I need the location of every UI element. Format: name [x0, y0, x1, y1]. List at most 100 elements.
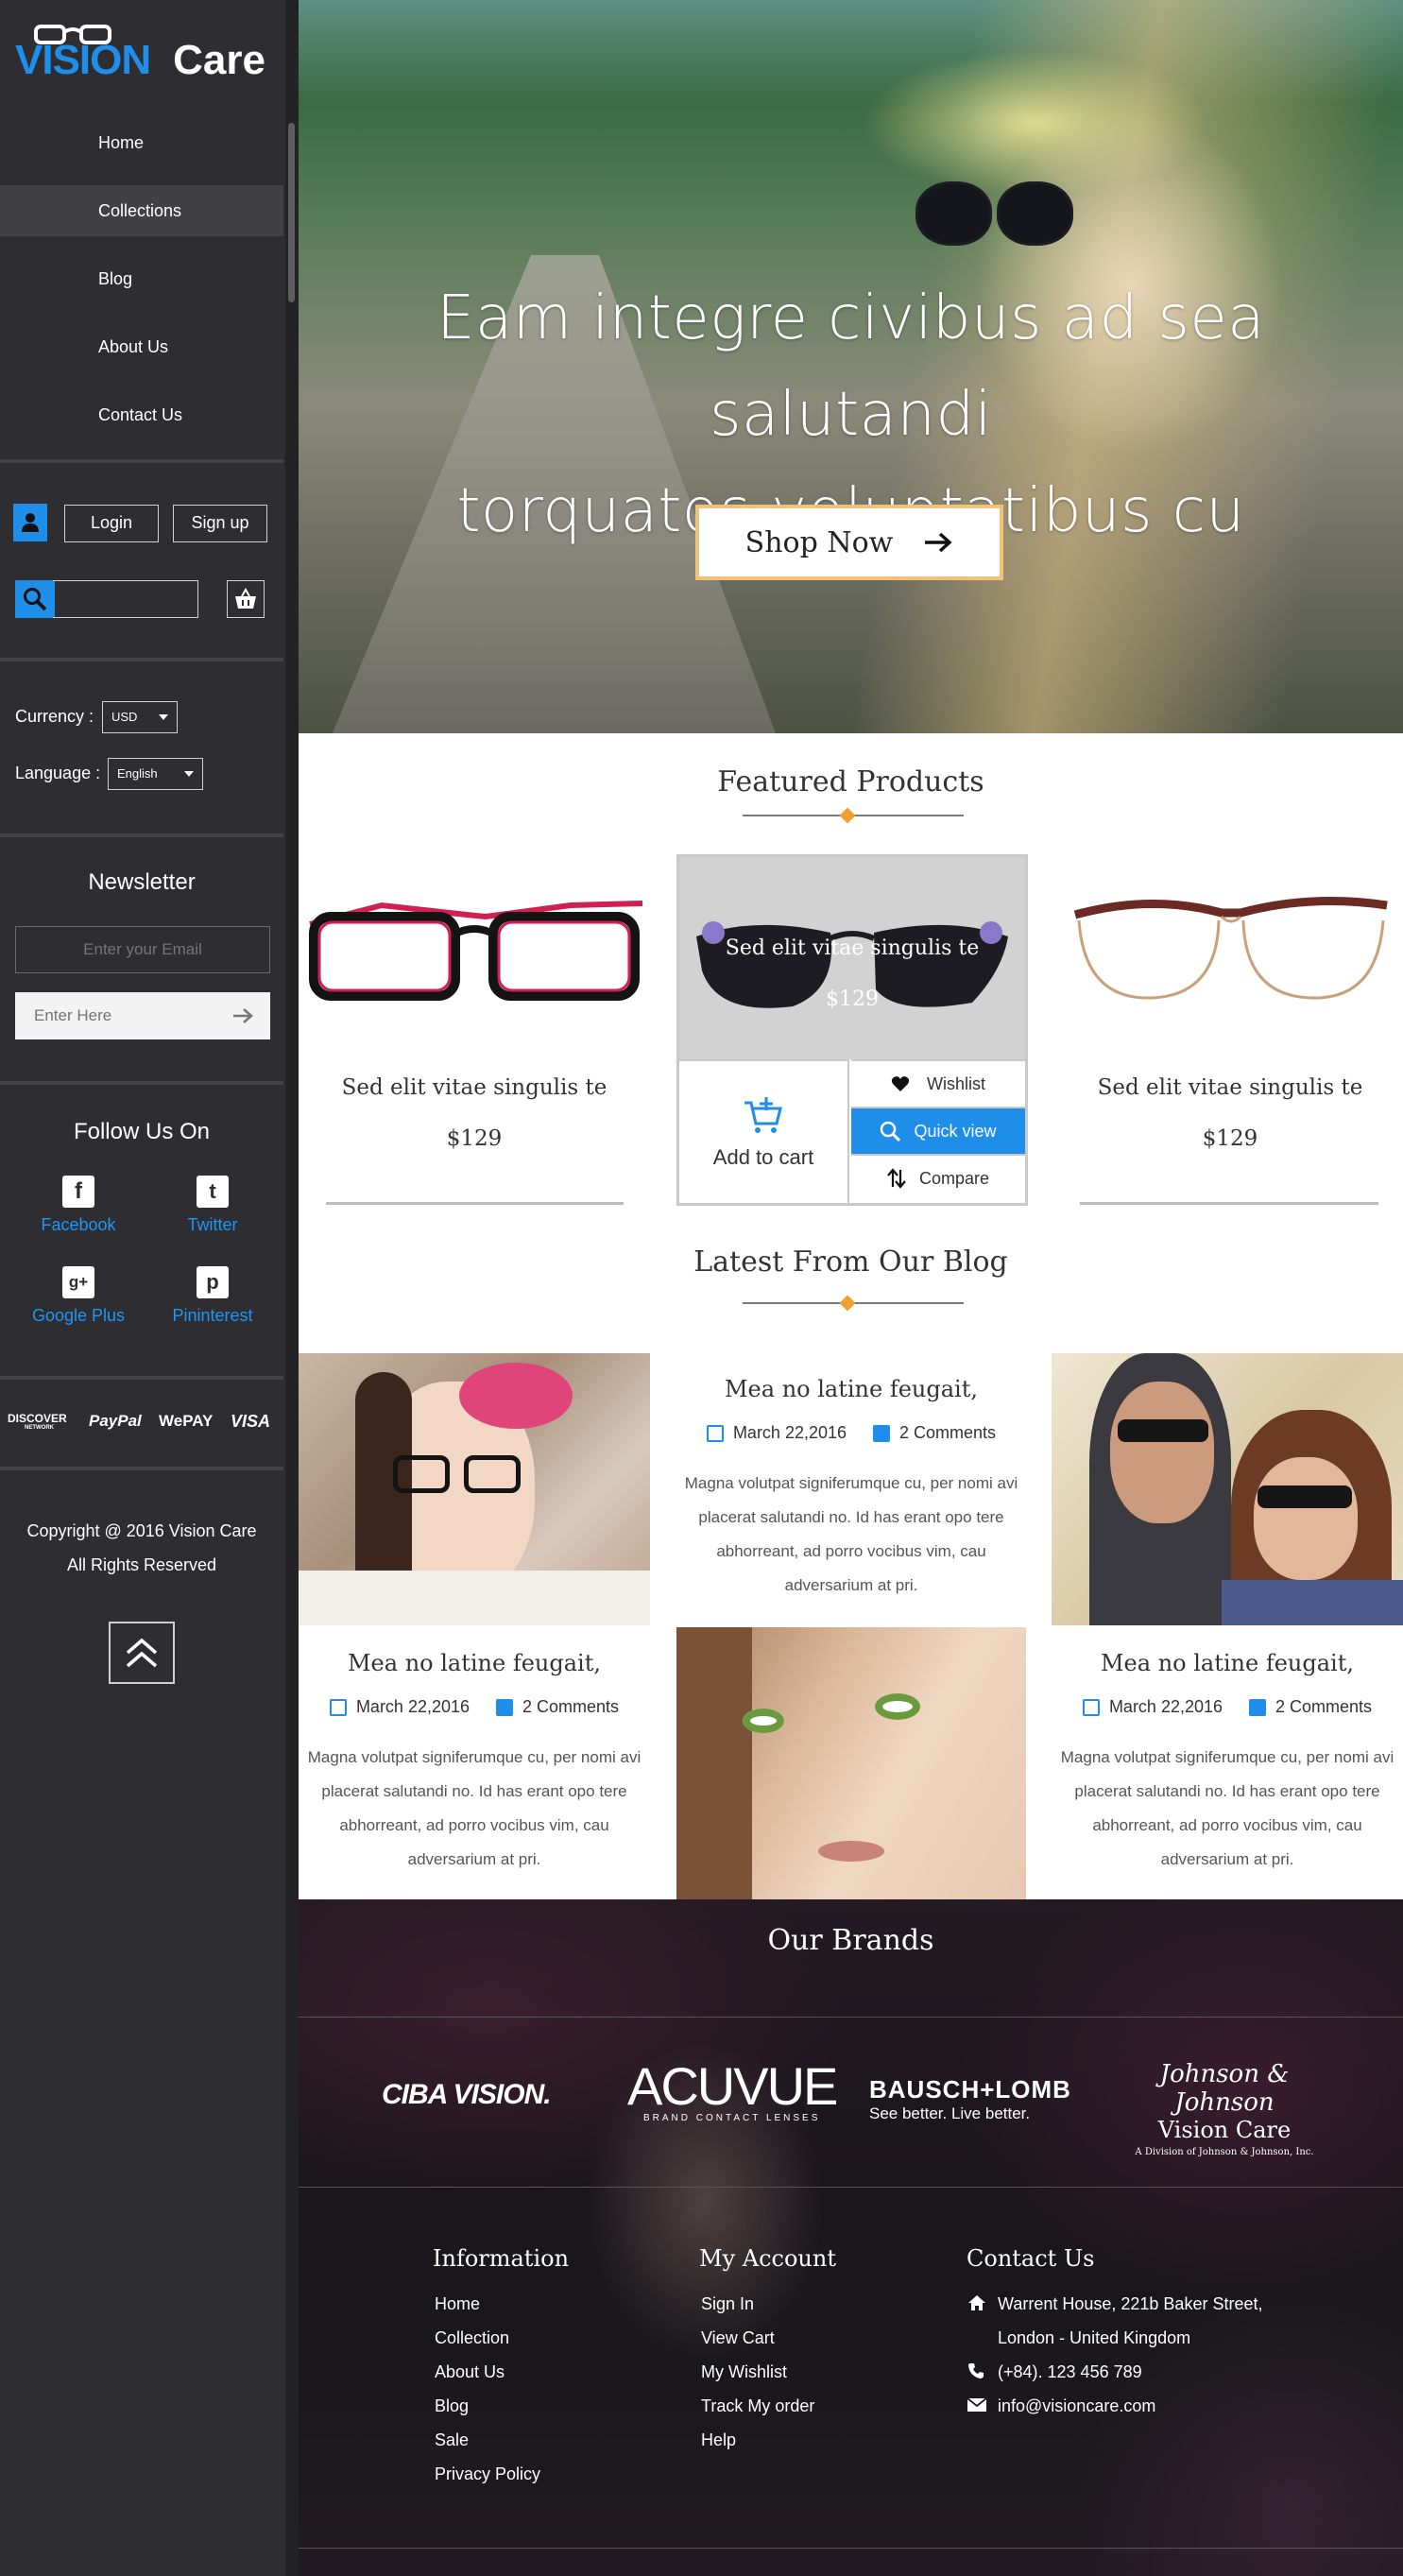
hero-sunglasses-right	[1000, 184, 1070, 243]
search-input[interactable]	[53, 580, 198, 618]
blog-post-excerpt: Magna volutpat signiferumque cu, per nom…	[1060, 1748, 1394, 1868]
twitter-label: Twitter	[187, 1215, 238, 1234]
comment-icon	[496, 1698, 514, 1716]
language-select[interactable]: English	[108, 758, 203, 790]
blog-image-woman-glasses[interactable]	[299, 1353, 650, 1625]
signup-button[interactable]: Sign up	[173, 505, 267, 542]
bausch-lomb-logo[interactable]: BAUSCH+LOMB See better. Live better.	[869, 2075, 1071, 2123]
ciba-vision-logo[interactable]: CIBA VISION.	[382, 2079, 552, 2111]
acuvue-logo[interactable]: ACUVUE BRAND CONTACT LENSES	[627, 2060, 838, 2124]
hover-product-price: $129	[826, 987, 879, 1011]
comment-icon	[873, 1424, 891, 1442]
footer-link-sign-in[interactable]: Sign In	[701, 2294, 754, 2314]
blog-post-title[interactable]: Mea no latine feugait,	[1052, 1650, 1403, 1676]
quick-view-button[interactable]: Quick view	[851, 1107, 1025, 1154]
blog-image-couple-sunglasses[interactable]	[1052, 1353, 1403, 1625]
footer-contact-title: Contact Us	[967, 2245, 1095, 2272]
footer-link-blog[interactable]: Blog	[435, 2396, 469, 2416]
sidebar-scrollbar-track[interactable]	[285, 0, 299, 2576]
add-to-cart-button[interactable]: Add to cart	[679, 1059, 849, 1203]
footer-bottom-divider	[299, 2548, 1403, 2549]
compare-button[interactable]: Compare	[851, 1154, 1025, 1201]
language-value: English	[117, 766, 158, 781]
arrow-right-icon[interactable]	[232, 1008, 253, 1023]
footer-divider	[299, 2187, 1403, 2188]
footer-link-my-wishlist[interactable]: My Wishlist	[701, 2362, 787, 2382]
title-diamond	[839, 807, 856, 824]
hero-sunglasses-left	[918, 184, 989, 243]
nav-contact-us[interactable]: Contact Us	[0, 389, 283, 440]
blog-image-lens	[464, 1455, 521, 1493]
blog-post-meta: March 22,2016 2 Comments	[676, 1423, 1026, 1443]
google-plus-link[interactable]: g+ Google Plus	[26, 1266, 130, 1326]
copyright: Copyright @ 2016 Vision Care All Rights …	[0, 1514, 283, 1582]
product-card-hover[interactable]: Sed elit vitae singulis te $129 Add to c…	[676, 854, 1028, 1206]
user-icon[interactable]	[13, 504, 47, 541]
footer-link-sale[interactable]: Sale	[435, 2430, 469, 2450]
search-icon[interactable]	[15, 580, 55, 618]
back-to-top-button[interactable]	[109, 1622, 175, 1684]
footer-link-track-order[interactable]: Track My order	[701, 2396, 814, 2416]
pinterest-icon: p	[197, 1266, 229, 1298]
blog-post-title[interactable]: Mea no latine feugait,	[299, 1650, 650, 1676]
footer-link-about-us[interactable]: About Us	[435, 2362, 505, 2382]
edit-icon	[706, 1424, 724, 1442]
footer-link-privacy-policy[interactable]: Privacy Policy	[435, 2464, 540, 2484]
discover-network-text: NETWORK	[25, 1425, 54, 1431]
facebook-link[interactable]: f Facebook	[26, 1176, 130, 1235]
nav-collections[interactable]: Collections	[0, 185, 283, 236]
footer-link-home[interactable]: Home	[435, 2294, 480, 2314]
newsletter-input[interactable]	[15, 992, 223, 1039]
login-button[interactable]: Login	[64, 505, 159, 542]
nav-home[interactable]: Home	[0, 117, 283, 168]
divider	[0, 1081, 283, 1085]
footer-link-help[interactable]: Help	[701, 2430, 736, 2450]
product-image-cat-eye-sunglasses[interactable]: Sed elit vitae singulis te $129	[679, 857, 1025, 1059]
discover-logo: DISCOVER NETWORK	[8, 1412, 67, 1431]
jj-division-text: A Division of Johnson & Johnson, Inc.	[1135, 2147, 1314, 2157]
chevron-down-icon	[184, 771, 194, 777]
nav-blog[interactable]: Blog	[0, 253, 283, 304]
blog-image-green-eyes[interactable]	[676, 1627, 1026, 1899]
bausch-lomb-tagline: See better. Live better.	[869, 2104, 1031, 2122]
blog-post-comments[interactable]: 2 Comments	[899, 1423, 996, 1443]
blog-post-title[interactable]: Mea no latine feugait,	[676, 1376, 1026, 1402]
brands-divider	[299, 2017, 1403, 2018]
blog-post-comments[interactable]: 2 Comments	[1275, 1697, 1372, 1717]
newsletter-email-input[interactable]	[15, 926, 270, 973]
jj-vision-care-text: Vision Care	[1157, 2117, 1292, 2143]
blog-image-lens	[393, 1455, 450, 1493]
product-image-red-black-glasses[interactable]	[306, 896, 646, 1019]
facebook-glyph: f	[75, 1178, 82, 1204]
pinterest-link[interactable]: p Pininterest	[161, 1266, 265, 1326]
product-name[interactable]: Sed elit vitae singulis te	[317, 1075, 631, 1100]
twitter-link[interactable]: t Twitter	[161, 1176, 265, 1235]
divider	[0, 1376, 283, 1380]
shop-now-button[interactable]: Shop Now	[695, 505, 1003, 580]
nav-about-us[interactable]: About Us	[0, 321, 283, 372]
follow-us-title: Follow Us On	[73, 1119, 211, 1144]
footer-link-view-cart[interactable]: View Cart	[701, 2328, 775, 2348]
blog-image-bow	[459, 1363, 573, 1429]
product-name[interactable]: Sed elit vitae singulis te	[1073, 1075, 1387, 1100]
footer-link-collection[interactable]: Collection	[435, 2328, 509, 2348]
wishlist-button[interactable]: Wishlist	[851, 1059, 1025, 1107]
pinterest-glyph: p	[206, 1270, 219, 1294]
newsletter-subscribe-field[interactable]	[15, 992, 270, 1039]
compare-label: Compare	[918, 1168, 990, 1188]
site-logo[interactable]: VISION Care	[15, 25, 265, 85]
contact-email[interactable]: info@visioncare.com	[998, 2396, 1155, 2416]
sidebar: VISION Care Home Collections Blog About …	[0, 0, 299, 2576]
contact-phone[interactable]: (+84). 123 456 789	[998, 2362, 1142, 2382]
johnson-johnson-logo[interactable]: Johnson & Johnson Vision Care A Division…	[1111, 2060, 1338, 2157]
brands-title: Our Brands	[767, 1924, 934, 1957]
blog-image-eye	[875, 1693, 920, 1720]
blog-image-scarf	[299, 1571, 650, 1625]
quick-view-label: Quick view	[914, 1121, 997, 1141]
sidebar-scrollbar-thumb[interactable]	[288, 123, 295, 302]
hover-product-name: Sed elit vitae singulis te	[725, 936, 980, 960]
blog-post-comments[interactable]: 2 Comments	[522, 1697, 619, 1717]
basket-icon[interactable]	[227, 580, 265, 618]
currency-select[interactable]: USD	[102, 701, 178, 733]
product-image-brown-browline-glasses[interactable]	[1066, 877, 1396, 1038]
